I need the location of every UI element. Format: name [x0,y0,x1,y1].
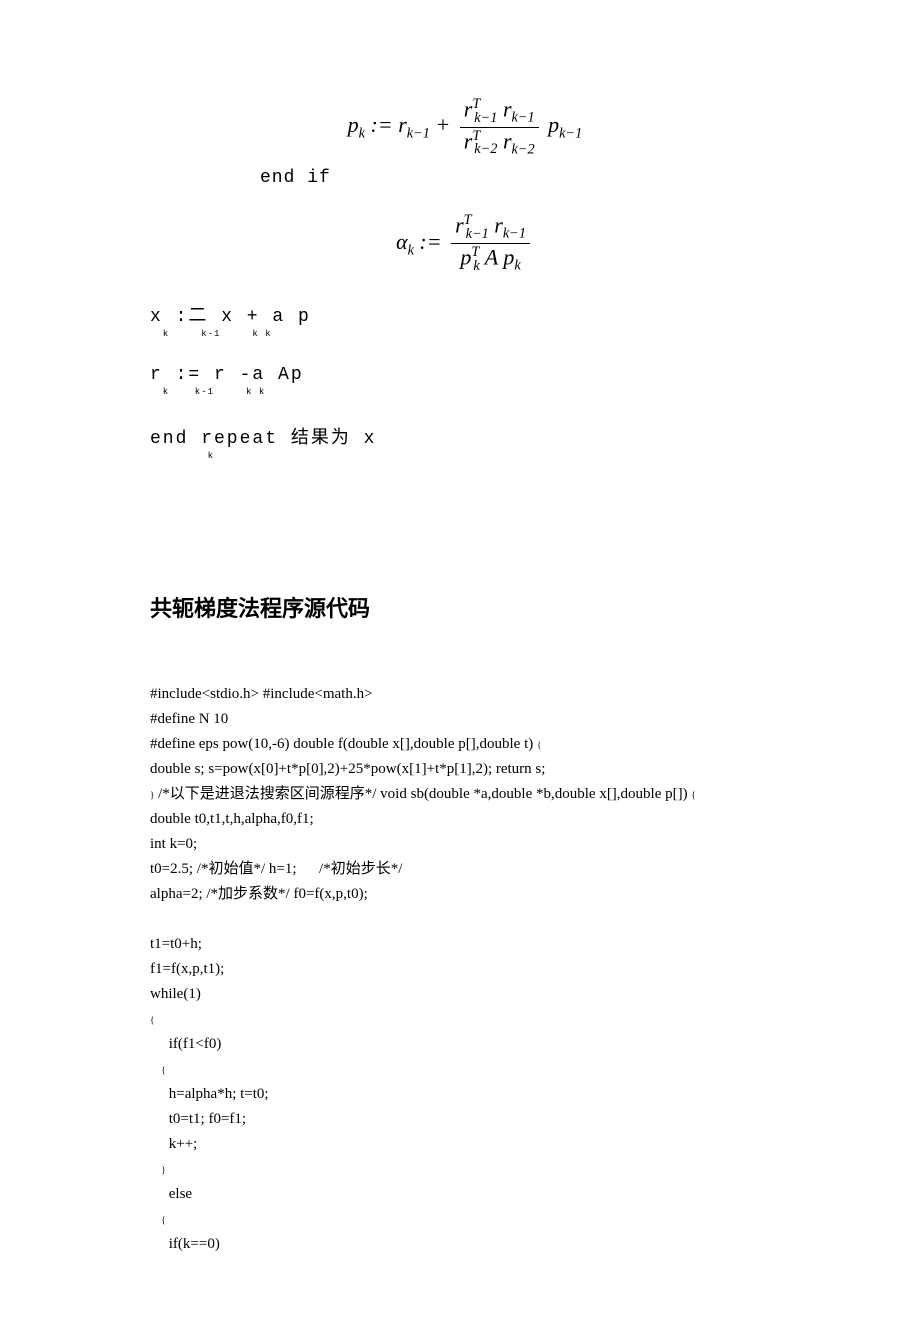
code-line: h=alpha*h; t=t0; [150,1086,269,1102]
code-line: int k=0; [150,836,197,852]
code-line: { [150,1215,166,1225]
code-line: double t0,t1,t,h,alpha,f0,f1; [150,811,314,827]
algo-line-r: r := r -a Ap [150,365,780,385]
formula-pk-content: pk := rk−1 + rTk−1 rk−1 rTk−2 rk−2 pk−1 [348,112,583,137]
code-line: #define N 10 [150,711,228,727]
algo-line-x-sub: k k-1 k k [150,329,780,339]
end-if-label: end if [260,168,780,188]
code-line: f1=f(x,p,t1); [150,961,224,977]
code-line: t0=2.5; /*初始值*/ h=1; /*初始步长*/ [150,861,402,877]
source-code-block: #include<stdio.h> #include<math.h> #defi… [150,657,780,1257]
code-line: t1=t0+h; [150,936,202,952]
code-line: #include<stdio.h> #include<math.h> [150,686,373,702]
code-line: if(f1<f0) [150,1036,221,1052]
formula-pk: pk := rk−1 + rTk−1 rk−1 rTk−2 rk−2 pk−1 [150,96,780,158]
code-line: { [150,1065,166,1075]
algo-line-end-repeat: end repeat 结果为 x [150,423,780,449]
code-line: t0=t1; f0=f1; [150,1111,246,1127]
code-line: k++; [150,1136,197,1152]
code-line: #define eps pow(10,-6) double f(double x… [150,736,541,752]
code-line: { [150,1015,154,1025]
algo-line-end-repeat-sub: k [150,451,780,461]
formula-alpha: αk := rTk−1 rk−1 pTk A pk [150,212,780,274]
code-line: while(1) [150,986,201,1002]
algo-line-x: x :二 x + a p [150,301,780,327]
code-line: } /*以下是进退法搜索区间源程序*/ void sb(double *a,do… [150,786,696,802]
code-line: double s; s=pow(x[0]+t*p[0],2)+25*pow(x[… [150,761,545,777]
code-line: } [150,1165,166,1175]
section-title: 共轭梯度法程序源代码 [150,591,780,623]
formula-alpha-content: αk := rTk−1 rk−1 pTk A pk [396,229,534,254]
algo-line-r-sub: k k-1 k k [150,387,780,397]
code-line: if(k==0) [150,1236,220,1252]
code-line: alpha=2; /*加步系数*/ f0=f(x,p,t0); [150,886,368,902]
code-line: else [150,1186,192,1202]
